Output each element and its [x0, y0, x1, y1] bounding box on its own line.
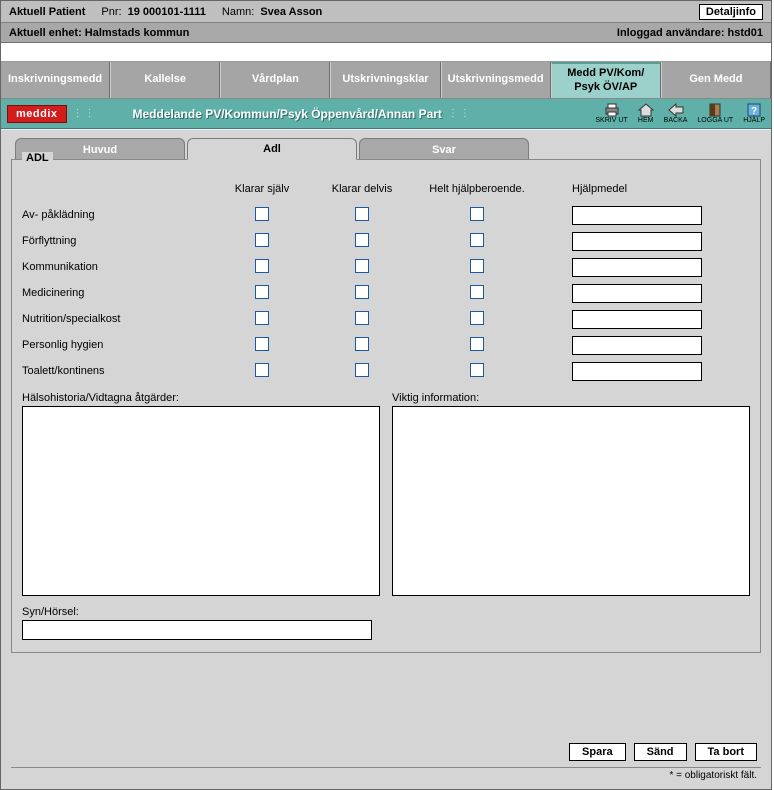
back-button[interactable]: BACKA [664, 103, 688, 124]
unit-user-bar: Aktuell enhet: Halmstads kommun Inloggad… [1, 23, 771, 43]
row-label-av-pakladning: Av- påklädning [22, 209, 212, 221]
action-button-row: Spara Sänd Ta bort [11, 743, 761, 761]
table-row: Toalett/kontinens [22, 358, 750, 384]
checkbox-kommunikation-helt[interactable] [470, 259, 484, 273]
tab-gen-medd[interactable]: Gen Medd [661, 62, 771, 98]
home-button[interactable]: HEM [638, 103, 654, 124]
checkbox-kommunikation-sjalv[interactable] [255, 259, 269, 273]
table-row: Medicinering [22, 280, 750, 306]
aid-input-toalett[interactable] [572, 362, 702, 381]
col-klarar-sjalv: Klarar själv [212, 183, 312, 195]
table-row: Förflyttning [22, 228, 750, 254]
tab-utskrivningsmedd[interactable]: Utskrivningsmedd [441, 62, 551, 98]
decorative-dots-right: ⋮⋮ [448, 108, 472, 119]
save-button[interactable]: Spara [569, 743, 626, 761]
aid-input-medicinering[interactable] [572, 284, 702, 303]
checkbox-toalett-helt[interactable] [470, 363, 484, 377]
back-arrow-icon [668, 103, 684, 117]
checkbox-av-pakladning-sjalv[interactable] [255, 207, 269, 221]
checkbox-medicinering-delvis[interactable] [355, 285, 369, 299]
table-row: Nutrition/specialkost [22, 306, 750, 332]
patient-header: Aktuell Patient Pnr: 19 000101-1111 Namn… [1, 1, 771, 23]
unit-label: Aktuell enhet: Halmstads kommun [9, 27, 189, 39]
mandatory-footnote: * = obligatoriskt fält. [11, 767, 761, 781]
sub-tab-bar: Huvud Adl Svar [15, 138, 761, 160]
checkbox-hygien-sjalv[interactable] [255, 337, 269, 351]
pnr-label: Pnr: [101, 6, 121, 18]
checkbox-nutrition-helt[interactable] [470, 311, 484, 325]
checkbox-forflyttning-helt[interactable] [470, 233, 484, 247]
checkbox-nutrition-delvis[interactable] [355, 311, 369, 325]
info-label: Viktig information: [392, 392, 750, 404]
checkbox-hygien-delvis[interactable] [355, 337, 369, 351]
pnr-value: 19 000101-1111 [128, 6, 206, 18]
delete-button[interactable]: Ta bort [695, 743, 757, 761]
svg-text:?: ? [751, 106, 757, 117]
checkbox-toalett-delvis[interactable] [355, 363, 369, 377]
checkbox-hygien-helt[interactable] [470, 337, 484, 351]
syn-label: Syn/Hörsel: [22, 606, 79, 618]
module-header: meddix ⋮⋮ Meddelande PV/Kommun/Psyk Öppe… [1, 99, 771, 129]
row-label-forflyttning: Förflyttning [22, 235, 212, 247]
checkbox-kommunikation-delvis[interactable] [355, 259, 369, 273]
adl-legend: ADL [22, 152, 53, 164]
row-label-kommunikation: Kommunikation [22, 261, 212, 273]
logged-user-label: Inloggad användare: hstd01 [617, 27, 763, 39]
door-icon [707, 103, 723, 117]
subtab-svar[interactable]: Svar [359, 138, 529, 160]
tab-vardplan[interactable]: Vårdplan [220, 62, 330, 98]
checkbox-medicinering-sjalv[interactable] [255, 285, 269, 299]
name-value: Svea Asson [260, 6, 322, 18]
subtab-adl[interactable]: Adl [187, 138, 357, 160]
row-label-toalett: Toalett/kontinens [22, 365, 212, 377]
info-textarea[interactable] [392, 406, 750, 596]
table-row: Kommunikation [22, 254, 750, 280]
decorative-dots-left: ⋮⋮ [73, 108, 97, 119]
home-icon [638, 103, 654, 117]
tab-medd-pv-kom[interactable]: Medd PV/Kom/ Psyk ÖV/AP [551, 62, 661, 98]
col-hjalpmedel: Hjälpmedel [572, 183, 627, 195]
checkbox-toalett-sjalv[interactable] [255, 363, 269, 377]
logout-button[interactable]: LOGGA UT [697, 103, 733, 124]
module-title: Meddelande PV/Kommun/Psyk Öppenvård/Anna… [133, 107, 442, 121]
history-label: Hälsohistoria/Vidtagna åtgärder: [22, 392, 380, 404]
history-textarea[interactable] [22, 406, 380, 596]
row-label-hygien: Personlig hygien [22, 339, 212, 351]
table-row: Personlig hygien [22, 332, 750, 358]
aid-input-kommunikation[interactable] [572, 258, 702, 277]
send-button[interactable]: Sänd [634, 743, 687, 761]
col-helt-hjalpberoende: Helt hjälpberoende. [412, 183, 542, 195]
tab-inskrivningsmedd[interactable]: Inskrivningsmedd [1, 62, 110, 98]
checkbox-forflyttning-delvis[interactable] [355, 233, 369, 247]
checkbox-forflyttning-sjalv[interactable] [255, 233, 269, 247]
aid-input-hygien[interactable] [572, 336, 702, 355]
adl-fieldset: ADL Klarar själv Klarar delvis Helt hjäl… [11, 159, 761, 653]
aid-input-nutrition[interactable] [572, 310, 702, 329]
detail-info-button[interactable]: Detaljinfo [699, 4, 763, 20]
print-button[interactable]: SKRIV UT [595, 103, 627, 124]
adl-header-row: Klarar själv Klarar delvis Helt hjälpber… [22, 176, 750, 202]
meddix-logo: meddix [7, 105, 67, 123]
aid-input-forflyttning[interactable] [572, 232, 702, 251]
patient-label: Aktuell Patient [9, 6, 85, 18]
aid-input-av-pakladning[interactable] [572, 206, 702, 225]
help-button[interactable]: ? HJÄLP [743, 103, 765, 124]
checkbox-av-pakladning-helt[interactable] [470, 207, 484, 221]
tab-utskrivningsklar[interactable]: Utskrivningsklar [330, 62, 440, 98]
main-tab-bar: Inskrivningsmedd Kallelse Vårdplan Utskr… [1, 61, 771, 99]
help-icon: ? [746, 103, 762, 117]
checkbox-av-pakladning-delvis[interactable] [355, 207, 369, 221]
checkbox-nutrition-sjalv[interactable] [255, 311, 269, 325]
syn-horsel-input[interactable] [22, 620, 372, 640]
checkbox-medicinering-helt[interactable] [470, 285, 484, 299]
tab-kallelse[interactable]: Kallelse [110, 62, 220, 98]
name-label: Namn: [222, 6, 254, 18]
row-label-nutrition: Nutrition/specialkost [22, 313, 212, 325]
printer-icon [604, 103, 620, 117]
table-row: Av- påklädning [22, 202, 750, 228]
row-label-medicinering: Medicinering [22, 287, 212, 299]
col-klarar-delvis: Klarar delvis [312, 183, 412, 195]
